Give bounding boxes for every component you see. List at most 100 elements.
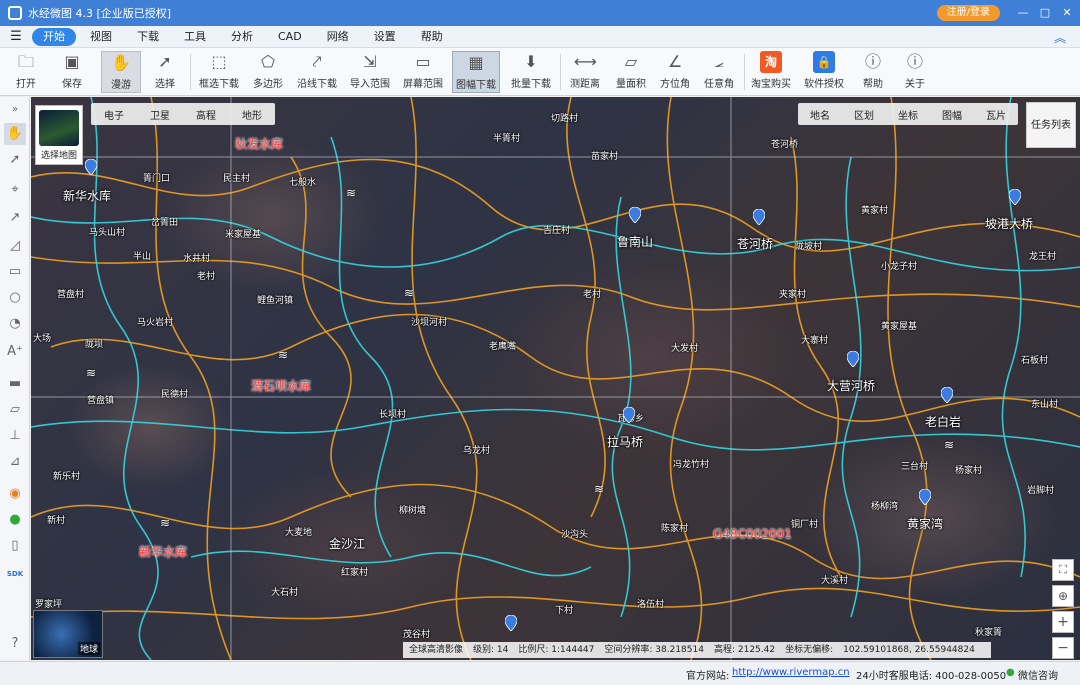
collapse-ribbon-icon[interactable]: ︽: [1054, 29, 1066, 46]
place-label-major: 苍河桥: [737, 237, 774, 251]
place-label: 鲤鱼河镇: [257, 296, 294, 306]
location-marker-icon[interactable]: [1009, 189, 1021, 205]
about-button[interactable]: ⓘ 关于: [898, 51, 932, 93]
sdk-icon[interactable]: SDK: [4, 563, 26, 585]
place-label-major: 新华水库: [63, 189, 112, 203]
screen-range-button[interactable]: ▭ 屏幕范围: [400, 51, 446, 93]
sheet-download-button[interactable]: ▦ 图幅下载: [452, 51, 500, 93]
reservoir-icon[interactable]: ≋: [153, 517, 175, 535]
angle-icon[interactable]: ⊿: [4, 451, 26, 473]
menu-cad[interactable]: CAD: [267, 28, 313, 46]
location-marker-icon[interactable]: [629, 207, 641, 223]
polyline-tool-icon[interactable]: ↗: [4, 207, 26, 229]
wechat-plugin-icon[interactable]: ●: [4, 509, 26, 531]
location-marker-icon[interactable]: [941, 387, 953, 403]
reservoir-icon[interactable]: ≋: [271, 349, 293, 367]
place-label: 沙坝河村: [411, 318, 448, 328]
map-type-switcher: 电子 卫星 高程 地形: [91, 103, 275, 125]
layer-placenames[interactable]: 地名: [798, 107, 842, 122]
azimuth-icon[interactable]: ⊥: [4, 425, 26, 447]
help-button[interactable]: ⓘ 帮助: [856, 51, 890, 93]
map-type-satellite[interactable]: 卫星: [137, 107, 183, 122]
maximize-icon[interactable]: □: [1036, 4, 1054, 22]
map-type-terrain[interactable]: 地形: [229, 107, 275, 122]
polygon-tool-icon[interactable]: ◿: [4, 235, 26, 257]
measure-distance-button[interactable]: ⟷ 测距离: [566, 51, 604, 93]
task-list-button[interactable]: 任务列表: [1026, 102, 1076, 148]
help-icon[interactable]: ?: [4, 633, 26, 655]
circle-tool-icon[interactable]: ○: [4, 287, 26, 309]
zoom-in-button[interactable]: +: [1052, 611, 1074, 633]
layer-coordinates[interactable]: 坐标: [886, 107, 930, 122]
map-type-elevation[interactable]: 高程: [183, 107, 229, 122]
site-link[interactable]: http://www.rivermap.cn: [732, 667, 850, 678]
import-range-button[interactable]: ⇲ 导入范围: [348, 51, 392, 93]
menu-help[interactable]: 帮助: [410, 28, 454, 46]
taobao-buy-button[interactable]: 淘淘宝购买: [750, 51, 792, 93]
azimuth-button[interactable]: ∠ 方位角: [656, 51, 694, 93]
place-label: 柳树塘: [399, 506, 427, 516]
reservoir-icon[interactable]: ≋: [587, 483, 609, 501]
globe-overview[interactable]: 地球: [33, 610, 103, 658]
location-marker-icon[interactable]: [847, 351, 859, 367]
location-marker-icon[interactable]: [623, 407, 635, 423]
location-marker-icon[interactable]: [919, 489, 931, 505]
minimize-icon[interactable]: —: [1014, 4, 1032, 22]
menu-download[interactable]: 下载: [126, 28, 170, 46]
wechat-consult-link[interactable]: 微信咨询: [1018, 667, 1058, 682]
expand-sidebar-icon[interactable]: »: [4, 99, 26, 121]
menu-tools[interactable]: 工具: [173, 28, 217, 46]
place-label: 箐门口: [143, 174, 171, 184]
reservoir-icon[interactable]: ≋: [339, 187, 361, 205]
map-view[interactable]: 箐门口 民主村 七般水 马头山村 岔箐田 米家屋基 半山 老村 鲤鱼河镇 半箐村…: [31, 97, 1080, 660]
hamburger-menu-icon[interactable]: ☰: [0, 29, 32, 44]
place-label: 老村: [583, 290, 602, 300]
location-marker-icon[interactable]: [85, 159, 97, 175]
any-angle-button[interactable]: ⦟ 任意角: [700, 51, 738, 93]
sector-tool-icon[interactable]: ◔: [4, 313, 26, 335]
location-marker-icon[interactable]: [753, 209, 765, 225]
zoom-out-button[interactable]: −: [1052, 637, 1074, 659]
menu-analysis[interactable]: 分析: [220, 28, 264, 46]
basemap-thumbnail-button[interactable]: 选择地图: [35, 105, 83, 165]
open-button[interactable]: 🗀 打开: [10, 51, 42, 93]
ruler-icon[interactable]: ▬: [4, 373, 26, 395]
place-label: 营盘镇: [87, 396, 115, 406]
polygon-button[interactable]: ⬠ 多边形: [250, 51, 286, 93]
place-label: 黄家屋基: [881, 322, 918, 332]
plugin-icon[interactable]: ◉: [4, 483, 26, 505]
map-type-electronic[interactable]: 电子: [91, 107, 137, 122]
layer-sheets[interactable]: 图幅: [930, 107, 974, 122]
reservoir-icon[interactable]: ≋: [397, 287, 419, 305]
box-download-button[interactable]: ⬚ 框选下载: [196, 51, 242, 93]
menu-network[interactable]: 网络: [316, 28, 360, 46]
menu-start[interactable]: 开始: [32, 27, 76, 46]
software-license-button[interactable]: 🔒 软件授权: [802, 51, 846, 93]
line-download-button[interactable]: ⤤ 沿线下载: [294, 51, 340, 93]
text-tool-icon[interactable]: A⁺: [4, 341, 26, 363]
pan-button[interactable]: ✋ 漫游: [101, 51, 141, 93]
locate-icon[interactable]: ⊕: [1052, 585, 1074, 607]
batch-download-button[interactable]: ⬇ 批量下载: [508, 51, 554, 93]
measure-area-button[interactable]: ⏥ 量面积: [612, 51, 650, 93]
cursor-icon[interactable]: ➚: [4, 149, 26, 171]
menu-view[interactable]: 视图: [79, 28, 123, 46]
select-button[interactable]: ➚ 选择: [148, 51, 182, 93]
location-marker-icon[interactable]: [505, 615, 517, 631]
mobile-icon[interactable]: ▯: [4, 535, 26, 557]
layer-divisions[interactable]: 区划: [842, 107, 886, 122]
rectangle-tool-icon[interactable]: ▭: [4, 261, 26, 283]
menu-settings[interactable]: 设置: [363, 28, 407, 46]
marker-tool-icon[interactable]: ⌖: [4, 179, 26, 201]
area-icon[interactable]: ⏥: [4, 399, 26, 421]
place-label: 岔箐田: [151, 218, 179, 228]
fullscreen-icon[interactable]: ⛶: [1052, 559, 1074, 581]
reservoir-icon[interactable]: ≋: [937, 439, 959, 457]
save-button[interactable]: ▣ 保存: [56, 51, 88, 93]
hand-icon[interactable]: ✋: [4, 123, 26, 145]
reservoir-icon[interactable]: ≋: [79, 367, 101, 385]
place-label: 冯龙竹村: [673, 460, 710, 470]
login-button[interactable]: 注册/登录: [936, 5, 1000, 21]
close-icon[interactable]: ✕: [1058, 4, 1076, 22]
layer-tiles[interactable]: 瓦片: [974, 107, 1018, 122]
